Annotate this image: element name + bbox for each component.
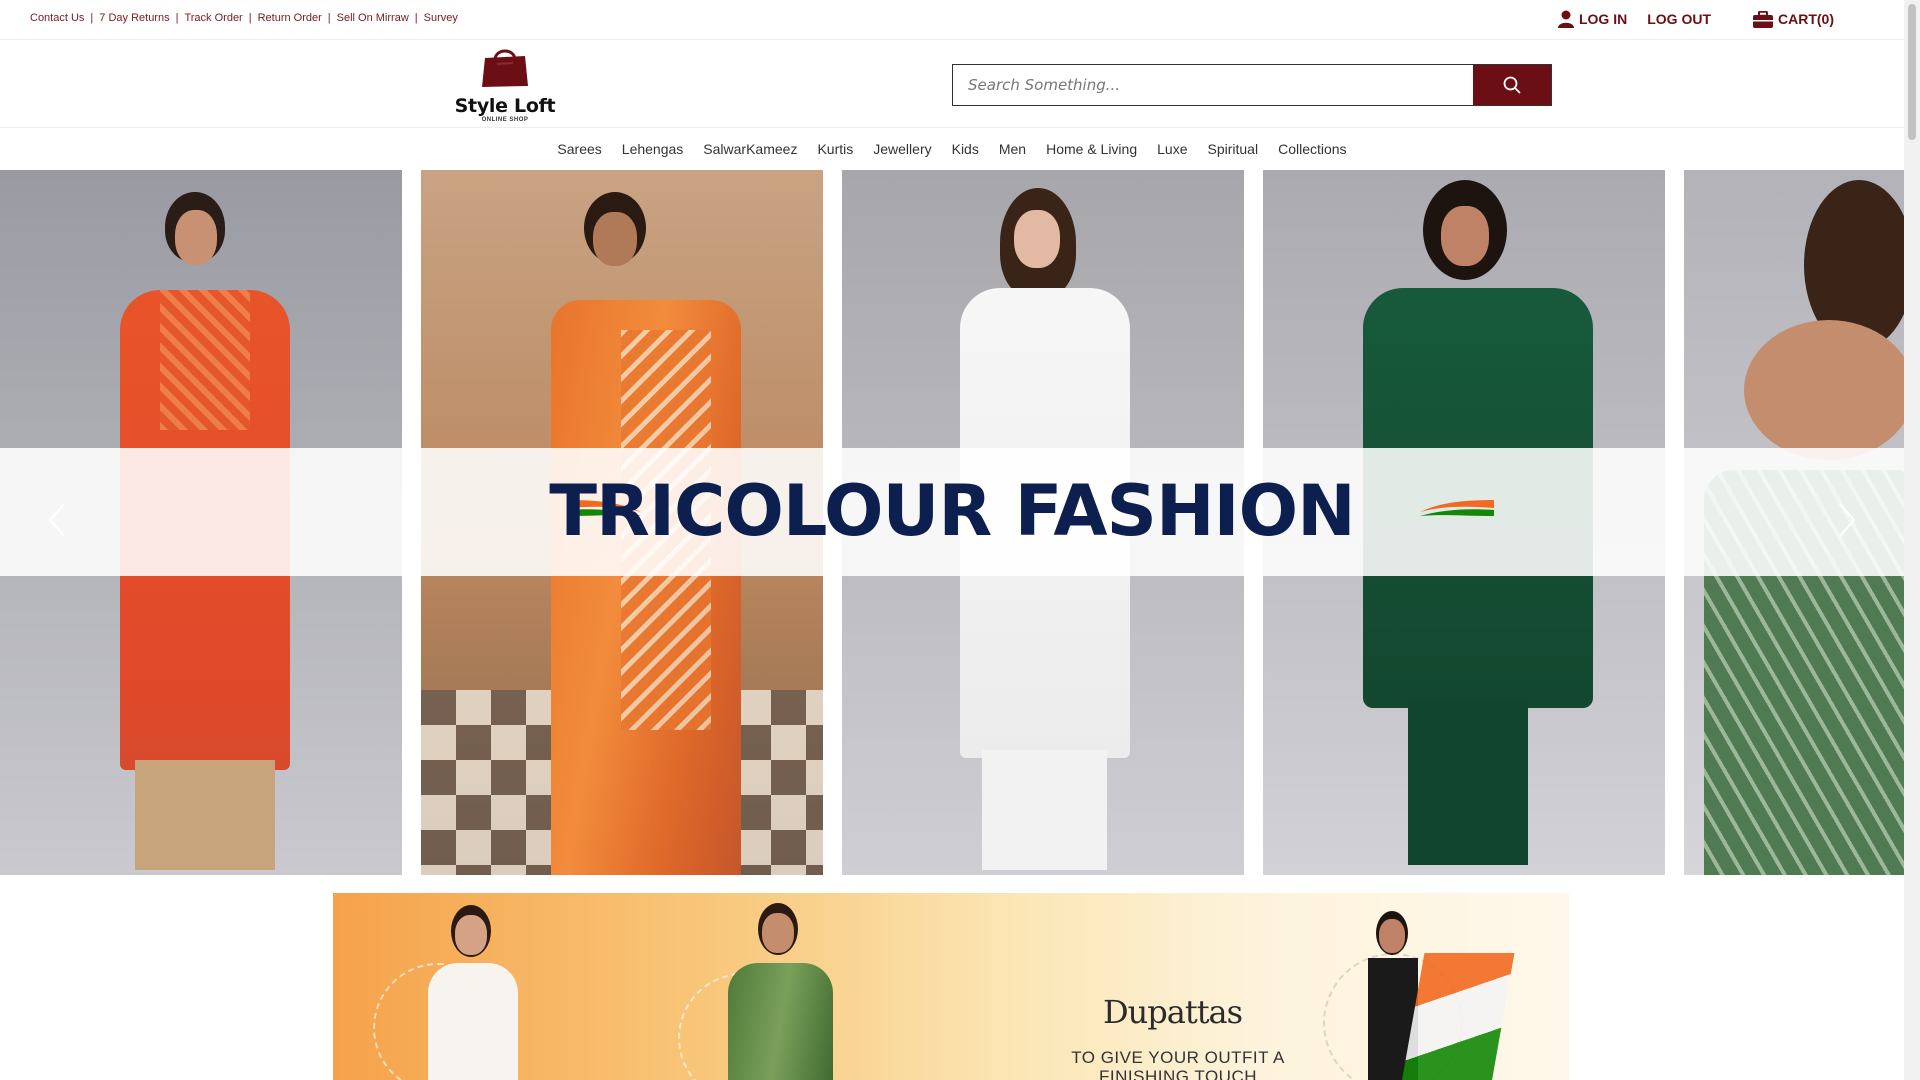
carousel-next-button[interactable] — [1832, 500, 1862, 540]
user-icon — [1557, 10, 1574, 28]
track-order-link[interactable]: Track Order — [184, 12, 242, 24]
sell-link[interactable]: Sell On Mirraw — [337, 12, 409, 24]
top-utility-bar: Contact Us | 7 Day Returns | Track Order… — [0, 0, 1904, 40]
nav-jewellery[interactable]: Jewellery — [873, 141, 931, 157]
briefcase-icon — [1753, 10, 1773, 28]
chevron-right-icon — [1839, 503, 1856, 537]
nav-sarees[interactable]: Sarees — [557, 141, 601, 157]
survey-link[interactable]: Survey — [424, 12, 458, 24]
search-button[interactable] — [1473, 65, 1551, 105]
nav-kurtis[interactable]: Kurtis — [817, 141, 853, 157]
nav-men[interactable]: Men — [999, 141, 1026, 157]
nav-luxe[interactable]: Luxe — [1157, 141, 1187, 157]
nav-collections[interactable]: Collections — [1278, 141, 1346, 157]
nav-spiritual[interactable]: Spiritual — [1207, 141, 1258, 157]
search-input[interactable] — [953, 65, 1473, 105]
logout-label: LOG OUT — [1647, 11, 1711, 27]
brand-tagline: ONLINE SHOP — [481, 117, 529, 123]
page-scrollbar[interactable] — [1904, 0, 1920, 1080]
separator: | — [90, 12, 94, 24]
login-label: LOG IN — [1578, 11, 1628, 27]
banner-title: TRICOLOUR FASHION — [549, 470, 1355, 552]
dupattas-promo-banner[interactable]: Dupattas TO GIVE YOUR OUTFIT A FINISHING… — [333, 893, 1569, 1080]
nav-kids[interactable]: Kids — [952, 141, 979, 157]
brand-name: Style Loft — [454, 95, 556, 117]
scrollbar-thumb[interactable] — [1908, 4, 1916, 140]
chevron-left-icon — [48, 503, 65, 537]
nav-salwarkameez[interactable]: SalwarKameez — [703, 141, 797, 157]
top-links: Contact Us | 7 Day Returns | Track Order… — [30, 12, 458, 24]
separator: | — [248, 12, 252, 24]
search-icon — [1503, 76, 1521, 94]
logout-button[interactable]: LOG OUT — [1647, 11, 1711, 27]
category-nav: Sarees Lehengas SalwarKameez Kurtis Jewe… — [0, 129, 1904, 169]
returns-link[interactable]: 7 Day Returns — [99, 12, 169, 24]
account-menu: LOG IN LOG OUT CART(0) — [1538, 10, 1834, 28]
flag-swoosh-right — [1420, 500, 1494, 516]
separator: | — [327, 12, 331, 24]
site-header: Style Loft ONLINE SHOP — [0, 40, 1904, 128]
brand-logo[interactable]: Style Loft ONLINE SHOP — [450, 46, 560, 126]
separator: | — [414, 12, 418, 24]
hero-carousel[interactable]: TRICOLOUR FASHION — [0, 170, 1904, 875]
carousel-prev-button[interactable] — [42, 500, 72, 540]
return-order-link[interactable]: Return Order — [258, 12, 322, 24]
promo-title: Dupattas — [1103, 993, 1243, 1031]
separator: | — [175, 12, 179, 24]
promo-subtitle: TO GIVE YOUR OUTFIT A FINISHING TOUCH — [1071, 1048, 1285, 1080]
nav-home-living[interactable]: Home & Living — [1046, 141, 1137, 157]
search-bar — [952, 64, 1552, 106]
contact-us-link[interactable]: Contact Us — [30, 12, 84, 24]
cart-label: CART(0) — [1778, 11, 1834, 27]
shopping-bag-icon — [482, 49, 528, 87]
nav-lehengas[interactable]: Lehengas — [622, 141, 684, 157]
login-button[interactable]: LOG IN — [1557, 10, 1628, 28]
cart-button[interactable]: CART(0) — [1753, 10, 1834, 28]
